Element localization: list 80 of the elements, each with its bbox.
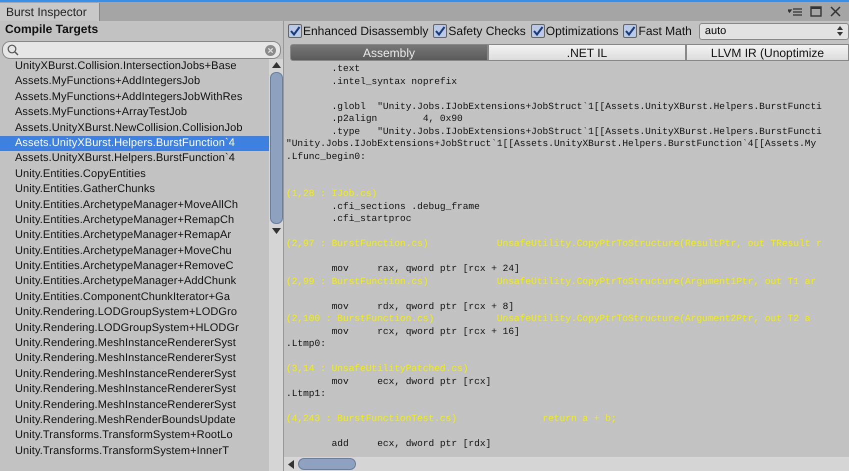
vertical-scrollbar[interactable]	[269, 59, 283, 471]
assembly-line: .globl "Unity.Jobs.IJobExtensions+JobStruct`1[[Assets.UnityXBurst.Helpers.BurstFuncti	[330, 100, 823, 113]
target-dropdown[interactable]: auto	[698, 22, 849, 40]
checkbox[interactable]	[288, 24, 302, 38]
menu-icon[interactable]	[788, 7, 802, 17]
assembly-line: add ecx, dword ptr [rdx]	[330, 438, 492, 450]
sidebar-title: Compile Targets	[4, 21, 100, 38]
source-code: UnsafeUtility.CopyPtrToStructure(Argument1Ptr, out T1 ar	[496, 276, 816, 288]
window-tab[interactable]: Burst Inspector	[0, 3, 100, 21]
target-list-item[interactable]: Unity.Rendering.MeshInstanceRendererSyst	[0, 382, 269, 398]
scroll-down-icon[interactable]	[272, 228, 280, 234]
clear-icon[interactable]	[265, 44, 276, 56]
source-location: (3,14 : UnsafeUtilityPatched.cs)	[286, 363, 470, 376]
view-tab[interactable]: Assembly	[290, 44, 488, 61]
search-icon	[7, 44, 19, 56]
assembly-line: .p2align 4, 0x90	[330, 113, 464, 126]
checkbox[interactable]	[530, 24, 545, 38]
target-list-item[interactable]: Unity.Entities.CopyEntities	[0, 166, 269, 182]
target-list-item[interactable]: Unity.Entities.ArchetypeManager+MoveChu	[0, 244, 269, 260]
target-list-item[interactable]: Assets.UnityXBurst.NewCollision.CollisionJob	[0, 120, 269, 136]
source-code: UnsafeUtility.CopyPtrToStructure(Argument2Ptr, out T2 a	[496, 313, 810, 326]
maximize-icon[interactable]	[810, 6, 822, 17]
target-list-item[interactable]: Unity.Entities.GatherChunks	[0, 182, 269, 198]
target-list-item[interactable]: Unity.Entities.ComponentChunkIterator+Ga	[0, 290, 269, 306]
close-icon[interactable]	[830, 6, 841, 17]
target-list-item[interactable]: Unity.Transforms.TransformSystem+RootLo	[0, 428, 269, 444]
assembly-line: .cfi_startproc	[330, 213, 412, 226]
checkbox-label[interactable]: Fast Math	[638, 24, 692, 38]
assembly-line: .text	[330, 63, 362, 76]
target-list-item[interactable]: Unity.Entities.ArchetypeManager+RemapAr	[0, 228, 269, 244]
target-list-item[interactable]: Unity.Transforms.TransformSystem+InnerT	[0, 444, 269, 460]
target-list-item[interactable]: Assets.MyFunctions+AddIntegersJob	[0, 74, 269, 90]
target-list-item[interactable]: Assets.MyFunctions+ArrayTestJob	[0, 105, 269, 121]
assembly-line: .Lfunc_begin0:	[286, 150, 367, 163]
source-location: (2,97 : BurstFunction.cs)	[286, 238, 430, 250]
target-list-item[interactable]: Unity.Rendering.MeshRenderBoundsUpdate	[0, 412, 269, 428]
scrollbar-thumb[interactable]	[270, 72, 282, 224]
target-list-item[interactable]: Assets.UnityXBurst.Helpers.BurstFunction`4	[0, 136, 269, 152]
source-location: (2,99 : BurstFunction.cs)	[286, 276, 430, 288]
scrollbar-thumb[interactable]	[298, 458, 356, 470]
target-list-item[interactable]: Unity.Rendering.MeshInstanceRendererSyst	[0, 366, 269, 382]
target-list-item[interactable]: Unity.Rendering.LODGroupSystem+HLODGr	[0, 320, 269, 336]
source-code: UnsafeUtility.CopyPtrToStructure(ResultPtr, out TResult r	[496, 238, 822, 250]
target-list-item[interactable]: Unity.Rendering.LODGroupSystem+LODGro	[0, 305, 269, 321]
assembly-line: .Ltmp1:	[286, 388, 327, 400]
target-list-item[interactable]: Assets.UnityXBurst.Helpers.BurstFunction`4	[0, 151, 269, 167]
target-list-item[interactable]: Unity.Rendering.MeshInstanceRendererSyst	[0, 398, 269, 413]
source-location: (4,243 : BurstFunctionTest.cs)	[286, 413, 458, 426]
assembly-line: mov rax, qword ptr [rcx + 24]	[330, 263, 521, 276]
checkbox[interactable]	[623, 24, 638, 38]
assembly-line: mov ecx, dword ptr [rcx]	[330, 376, 492, 388]
source-code: return a + b;	[542, 413, 617, 426]
source-location: (2,100 : BurstFunction.cs)	[286, 313, 436, 326]
horizontal-scrollbar[interactable]	[284, 457, 849, 471]
assembly-line: .intel_syntax noprefix	[330, 76, 458, 88]
view-tab[interactable]: .NET IL	[488, 44, 686, 61]
checkbox-label[interactable]: Optimizations	[546, 24, 618, 38]
scroll-left-icon[interactable]	[288, 460, 294, 468]
target-list-item[interactable]: Unity.Rendering.MeshInstanceRendererSyst	[0, 336, 269, 352]
search-field[interactable]	[2, 41, 281, 59]
target-list-item[interactable]: Unity.Entities.ArchetypeManager+RemoveC	[0, 259, 269, 274]
checkbox-label[interactable]: Enhanced Disassembly	[303, 24, 428, 38]
target-list-item[interactable]: Unity.Rendering.MeshInstanceRendererSyst	[0, 351, 269, 367]
assembly-line: mov rdx, qword ptr [rcx + 8]	[330, 300, 516, 313]
checkbox[interactable]	[433, 24, 448, 38]
scroll-up-icon[interactable]	[272, 62, 280, 68]
assembly-line: mov rcx, qword ptr [rcx + 16]	[330, 326, 521, 338]
assembly-line: .Ltmp0:	[286, 338, 327, 350]
checkbox-label[interactable]: Safety Checks	[448, 24, 526, 38]
target-list-item[interactable]: Unity.Entities.ArchetypeManager+RemapCh	[0, 212, 269, 228]
target-list-item[interactable]: Unity.Entities.ArchetypeManager+MoveAllCh	[0, 198, 269, 213]
view-tab[interactable]: LLVM IR (Unoptimize	[686, 44, 849, 61]
target-list-item[interactable]: UnityXBurst.Collision.IntersectionJobs+Base	[0, 59, 269, 74]
assembly-line: "Unity.Jobs.IJobExtensions+JobStruct`1[[Assets.UnityXBurst.Helpers.BurstFunction`4[[Assets.My	[286, 138, 818, 150]
assembly-line: .cfi_sections .debug_frame	[330, 200, 481, 213]
source-location: (1,28 : IJob.cs)	[286, 188, 378, 200]
dropdown-arrows-icon	[837, 26, 843, 36]
target-list-item[interactable]: Assets.MyFunctions+AddIntegersJobWithRes	[0, 90, 269, 106]
target-list-item[interactable]: Unity.Entities.ArchetypeManager+AddChunk	[0, 274, 269, 290]
assembly-line: .type "Unity.Jobs.IJobExtensions+JobStruct`1[[Assets.UnityXBurst.Helpers.BurstFuncti	[330, 126, 823, 138]
